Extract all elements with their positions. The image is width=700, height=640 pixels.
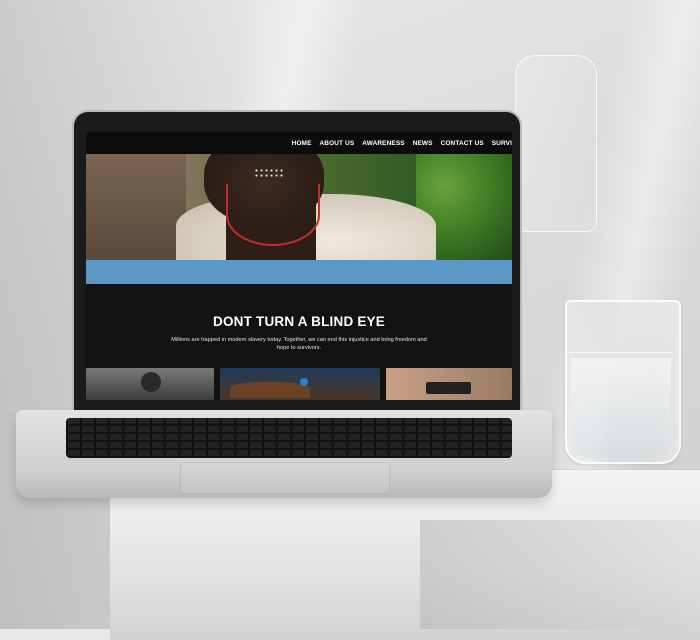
glass-water [571,358,671,458]
thumbnail-image[interactable] [386,368,512,400]
table-shadow [420,520,700,629]
thumbnail-wallet [426,382,471,394]
nav-item-about-us[interactable]: ABOUT US [320,140,355,147]
headline: DONT TURN A BLIND EYE [213,314,385,329]
trackpad [180,462,390,494]
nav-item-awareness[interactable]: AWARENESS [362,140,404,147]
thumbnail-soil [230,382,310,398]
thumbnail-image[interactable] [86,368,214,400]
blue-band [86,260,512,284]
content-section: DONT TURN A BLIND EYE Millions are trapp… [86,284,512,368]
thumbnail-image[interactable] [220,368,380,400]
navigation-bar: HOME ABOUT US AWARENESS NEWS CONTACT US … [86,132,512,154]
hero-face-markings [254,168,284,178]
glass-ring [569,352,673,359]
keyboard [66,418,512,458]
bottle [515,55,597,232]
hero-image [86,154,512,260]
hero-background [86,154,186,260]
hero-necklace [226,184,320,246]
thumbnail-object [300,378,308,386]
thumbnail-row [86,368,512,400]
nav-item-survivors[interactable]: SURVI [492,140,512,147]
subtext: Millions are trapped in modern slavery t… [171,337,427,351]
laptop-screen: HOME ABOUT US AWARENESS NEWS CONTACT US … [86,132,512,400]
nav-item-contact-us[interactable]: CONTACT US [441,140,484,147]
water-glass [565,300,681,464]
thumbnail-figure [141,372,161,392]
nav-item-home[interactable]: HOME [292,140,312,147]
nav-item-news[interactable]: NEWS [413,140,433,147]
